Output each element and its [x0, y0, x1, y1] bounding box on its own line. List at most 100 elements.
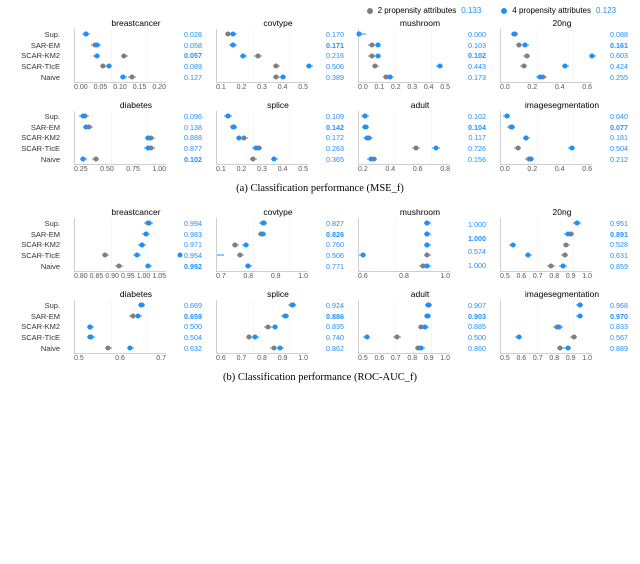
value-label: 0.102: [454, 51, 486, 60]
method-label: SCAR-KM2: [10, 51, 60, 60]
value-column: 0.1020.1040.1170.7260.156: [454, 111, 486, 165]
legend: 2 propensity attributes 0.133 4 propensi…: [0, 0, 640, 17]
data-point: [177, 253, 182, 258]
value-label: 0.968: [596, 301, 628, 310]
value-label: 0.885: [454, 322, 486, 331]
value-label: 0.835: [312, 322, 344, 331]
y-axis-labels: Sup.SAR-EMSCAR-KM2SCAR-TIcENaive: [10, 17, 62, 95]
data-point: [93, 156, 98, 161]
data-point: [360, 253, 365, 258]
panel-group-a: Sup.SAR-EMSCAR-KM2SCAR-TIcENaivebreastca…: [0, 17, 640, 177]
chart-title: adult: [352, 288, 488, 299]
value-label: 0.500: [454, 333, 486, 342]
data-point: [146, 263, 151, 268]
data-point: [509, 124, 514, 129]
plot-area: [358, 300, 450, 354]
value-label: 0.117: [454, 133, 486, 142]
method-label: Naive: [10, 73, 60, 82]
chart-title: covtype: [210, 206, 346, 217]
method-label: Naive: [10, 262, 60, 271]
plot-area: [358, 29, 450, 83]
method-label: SCAR-TIcE: [10, 144, 60, 153]
data-point: [425, 313, 430, 318]
chart-title: breastcancer: [68, 206, 204, 217]
value-label: 0.443: [454, 62, 486, 71]
chart-cell-20ng: 20ng0.9510.8910.5280.6310.8590.50.60.70.…: [494, 206, 630, 284]
method-label: Sup.: [10, 219, 60, 228]
value-label: 0.954: [170, 251, 202, 260]
data-point: [139, 303, 144, 308]
data-point: [143, 231, 148, 236]
value-label: 0.171: [312, 41, 344, 50]
value-label: 0.833: [596, 322, 628, 331]
data-point: [512, 32, 517, 37]
value-label: 0.669: [170, 301, 202, 310]
data-point: [425, 253, 430, 258]
plot-area: [500, 300, 592, 354]
data-point: [147, 221, 152, 226]
data-point: [394, 335, 399, 340]
data-point: [369, 156, 374, 161]
chart-cell-covtype: covtype0.1700.1710.2160.5060.3890.10.20.…: [210, 17, 346, 95]
data-point: [363, 124, 368, 129]
value-label: 0.181: [596, 133, 628, 142]
data-point: [88, 324, 93, 329]
data-point: [253, 335, 258, 340]
data-point: [146, 135, 151, 140]
data-point: [106, 64, 111, 69]
chart-cell-adult: adult0.1020.1040.1170.7260.1560.20.40.60…: [352, 99, 488, 177]
data-point: [274, 64, 279, 69]
chart-cell-diabetes: diabetes0.0960.1380.8880.8770.1020.250.5…: [68, 99, 204, 177]
x-axis-ticks: 0.20.40.60.8: [358, 166, 450, 177]
value-label: 0.170: [312, 30, 344, 39]
data-point: [237, 135, 242, 140]
x-axis-ticks: 0.60.70.80.91.0: [216, 355, 308, 366]
data-point: [563, 64, 568, 69]
value-label: 0.103: [454, 41, 486, 50]
caption-a: (a) Classification performance (MSE_f): [0, 183, 640, 194]
data-point: [357, 32, 362, 37]
y-axis-labels: Sup.SAR-EMSCAR-KM2SCAR-TIcENaive: [10, 99, 62, 177]
data-point: [251, 156, 256, 161]
value-column: 0.0400.0770.1810.5040.212: [596, 111, 628, 165]
data-point: [515, 146, 520, 151]
x-axis-ticks: 0.50.60.70.80.91.0: [358, 355, 450, 366]
data-point: [375, 42, 380, 47]
value-column: 0.9070.9030.8850.5000.860: [454, 300, 486, 354]
value-label: 0.424: [596, 62, 628, 71]
value-label: 0.528: [596, 240, 628, 249]
value-column: 0.0880.1610.6030.4240.255: [596, 29, 628, 83]
value-label: 0.924: [312, 301, 344, 310]
data-point: [362, 114, 367, 119]
value-column: 0.0280.0580.0570.0890.127: [170, 29, 202, 83]
data-point: [103, 253, 108, 258]
x-axis-ticks: 0.50.60.7: [74, 355, 166, 366]
value-label: 0.877: [170, 144, 202, 153]
panel-group-b: Sup.SAR-EMSCAR-KM2SCAR-TIcENaivebreastca…: [0, 206, 640, 366]
legend-value-4attr: 0.123: [596, 6, 622, 15]
plot-area: [216, 29, 308, 83]
value-column: 1.0001.0000.5741.000: [454, 218, 486, 272]
data-point: [83, 32, 88, 37]
x-axis-ticks: 0.10.20.30.40.5: [216, 84, 308, 95]
value-label: 0.138: [170, 123, 202, 132]
data-point: [528, 156, 533, 161]
chart-title: mushroom: [352, 17, 488, 28]
x-axis-ticks: 0.250.500.751.00: [74, 166, 166, 177]
data-point: [422, 324, 427, 329]
value-label: 1.000: [454, 261, 486, 270]
value-column: 0.9240.8860.8350.7400.862: [312, 300, 344, 354]
value-column: 0.8270.8260.7600.5060.771: [312, 218, 344, 272]
value-column: 0.9940.9830.9710.9540.992: [170, 218, 202, 272]
data-point: [140, 242, 145, 247]
data-point: [419, 345, 424, 350]
value-label: 1.000: [454, 234, 486, 243]
legend-dot-grey: [367, 8, 373, 14]
value-label: 0.992: [170, 262, 202, 271]
x-axis-ticks: 0.10.20.30.40.5: [216, 166, 308, 177]
chart-cell-breastcancer: breastcancer0.9940.9830.9710.9540.9920.8…: [68, 206, 204, 284]
x-axis-ticks: 0.70.80.91.0: [216, 273, 308, 284]
data-point: [557, 324, 562, 329]
x-axis-ticks: 0.50.60.70.80.91.0: [500, 355, 592, 366]
data-point: [94, 53, 99, 58]
